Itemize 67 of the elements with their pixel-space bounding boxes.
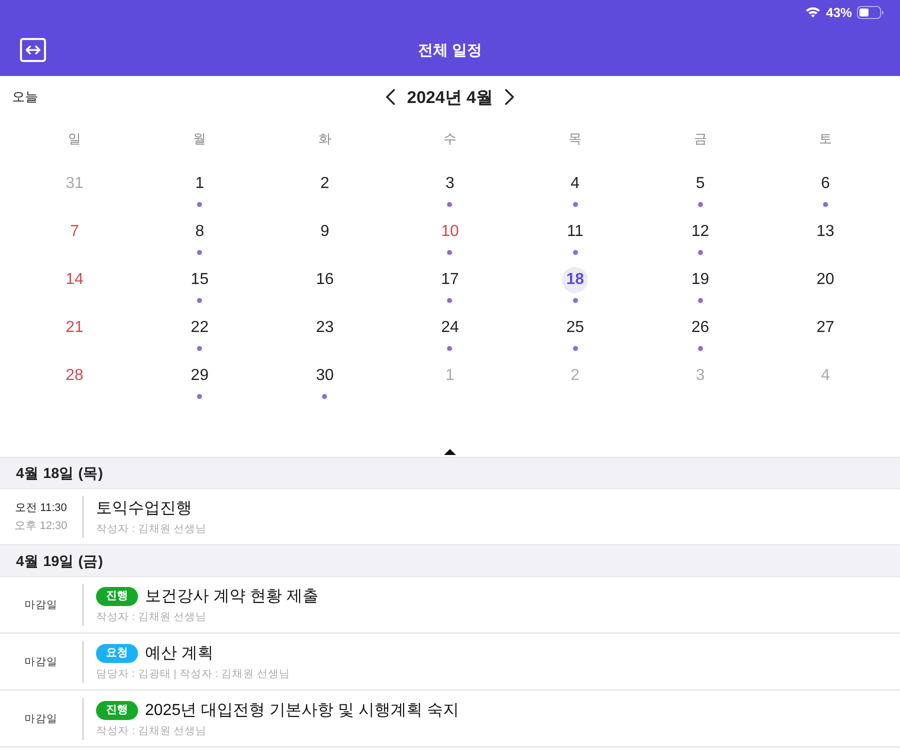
end-time: 오후 12:30 [14,519,68,533]
calendar-day[interactable]: 14 [62,267,88,293]
calendar-day[interactable]: 30 [312,363,338,389]
today-button[interactable]: 오늘 [12,88,38,106]
calendar-day[interactable]: 21 [62,315,88,341]
calendar-day[interactable]: 3 [436,171,463,197]
calendar-day[interactable]: 2 [312,171,338,197]
calendar-day[interactable]: 10 [436,219,463,245]
calendar-day[interactable]: 8 [186,219,213,245]
calendar-day[interactable]: 7 [62,219,88,245]
calendar-day[interactable]: 20 [812,267,838,293]
calendar-day[interactable]: 29 [186,363,213,389]
battery-percent: 43% [826,4,852,20]
weekday-label: 토 [818,130,832,148]
status-badge: 진행 [96,586,138,606]
date-header: 4월 18일 (목) [0,458,900,489]
expand-button[interactable] [20,38,46,62]
calendar-day[interactable]: 24 [436,315,463,341]
event-title: 토익수업진행 [96,498,192,518]
calendar-day[interactable]: 12 [687,219,714,245]
calendar-day[interactable]: 25 [562,315,588,341]
calendar-day[interactable]: 17 [436,267,463,293]
wifi-icon [804,6,821,18]
event-title: 2025년 대입전형 기본사항 및 시행계획 숙지 [145,700,459,720]
calendar-day[interactable]: 5 [687,171,714,197]
month-title: 2024년 4월 [407,86,493,108]
date-header: 4월 19일 (금) [0,546,900,577]
weekday-label: 일 [68,130,82,148]
event-meta: 작성자 : 김채원 선생님 [96,522,207,536]
event-meta: 담당자 : 김광태 | 작성자 : 김채원 선생님 [96,666,290,680]
battery-icon [857,6,884,18]
next-month-button[interactable] [505,89,514,105]
calendar-day[interactable]: 4 [562,171,588,197]
deadline-label: 마감일 [24,598,58,612]
calendar-day[interactable]: 11 [562,219,588,245]
calendar-day[interactable]: 15 [186,267,213,293]
event-meta: 작성자 : 김채원 선생님 [96,724,208,738]
calendar-day[interactable]: 28 [62,363,88,389]
deadline-label: 마감일 [24,654,58,668]
triangle-up-icon[interactable] [444,449,456,455]
status-badge: 진행 [96,700,138,720]
calendar-day[interactable]: 13 [812,219,838,245]
previous-month-button[interactable] [386,89,395,105]
status-badge: 요청 [96,644,138,662]
calendar-day[interactable]: 22 [186,315,213,341]
calendar-day[interactable]: 18 [562,267,588,293]
calendar-day[interactable]: 16 [312,267,338,293]
start-time: 오전 11:30 [15,501,67,515]
weekday-label: 화 [318,130,332,148]
weekday-label: 금 [694,130,707,148]
calendar-day[interactable]: 1 [186,171,213,197]
calendar-day[interactable]: 26 [687,315,714,341]
event-meta: 작성자 : 김채원 선생님 [96,610,208,624]
calendar-day[interactable]: 19 [687,267,714,293]
calendar-day[interactable]: 27 [812,315,838,341]
chevron-left-icon [386,89,395,105]
page-title: 전체 일정 [418,40,482,60]
calendar-day[interactable]: 9 [312,219,338,245]
deadline-label: 마감일 [24,712,58,726]
chevron-right-icon [505,89,514,105]
event-title: 보건강사 계약 현황 제출 [145,586,318,606]
calendar-day[interactable]: 23 [312,315,338,341]
weekday-label: 수 [443,130,456,148]
weekday-label: 월 [193,130,206,148]
calendar-day[interactable]: 6 [812,171,838,197]
weekday-label: 목 [568,130,582,148]
event-title: 예산 계획 [145,644,214,664]
